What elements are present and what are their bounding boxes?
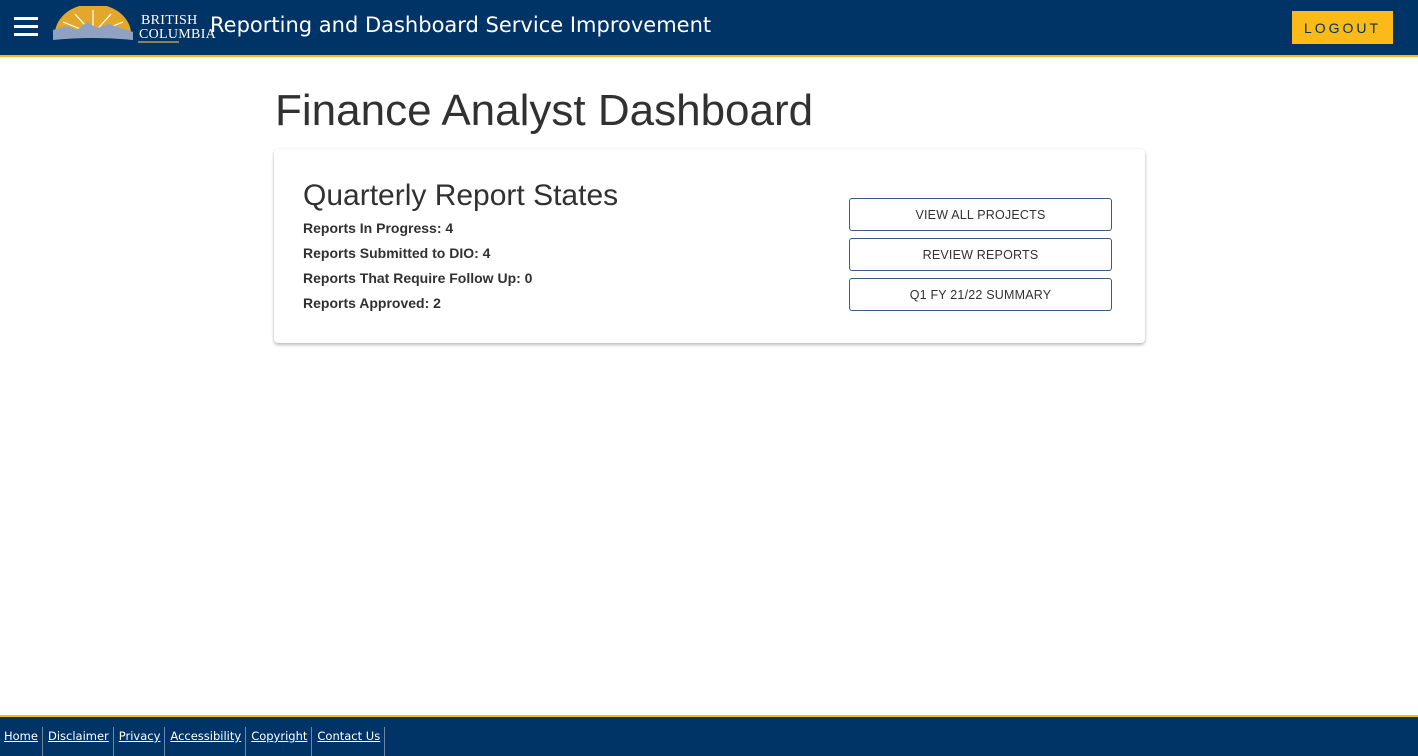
footer-link-contact[interactable]: Contact Us xyxy=(317,727,386,756)
footer-link-copyright[interactable]: Copyright xyxy=(251,727,313,756)
footer: Home Disclaimer Privacy Accessibility Co… xyxy=(0,715,1418,756)
card-title: Quarterly Report States xyxy=(303,179,619,212)
app-title: Reporting and Dashboard Service Improvem… xyxy=(210,13,712,37)
stat-follow-up: Reports That Require Follow Up: 0 xyxy=(303,270,533,286)
view-all-projects-button[interactable]: VIEW ALL PROJECTS xyxy=(849,198,1112,231)
footer-link-accessibility[interactable]: Accessibility xyxy=(170,727,247,756)
report-stats: Reports In Progress: 4 Reports Submitted… xyxy=(303,220,532,320)
stat-submitted: Reports Submitted to DIO: 4 xyxy=(303,245,491,261)
quarterly-report-states-card: Quarterly Report States Reports In Progr… xyxy=(274,149,1145,343)
page-title: Finance Analyst Dashboard xyxy=(275,86,814,135)
footer-link-home[interactable]: Home xyxy=(4,727,43,756)
hamburger-menu-icon[interactable] xyxy=(14,17,38,37)
footer-link-privacy[interactable]: Privacy xyxy=(119,727,166,756)
bc-logo[interactable]: BRITISH COLUMBIA xyxy=(53,4,216,46)
review-reports-button[interactable]: REVIEW REPORTS xyxy=(849,238,1112,271)
stat-in-progress: Reports In Progress: 4 xyxy=(303,220,454,236)
quarter-summary-button[interactable]: Q1 FY 21/22 SUMMARY xyxy=(849,278,1112,311)
logo-text: BRITISH COLUMBIA xyxy=(139,13,217,42)
footer-link-disclaimer[interactable]: Disclaimer xyxy=(48,727,114,756)
app-header: BRITISH COLUMBIA Reporting and Dashboard… xyxy=(0,0,1418,57)
logout-button[interactable]: LOGOUT xyxy=(1292,11,1393,44)
stat-approved: Reports Approved: 2 xyxy=(303,295,441,311)
